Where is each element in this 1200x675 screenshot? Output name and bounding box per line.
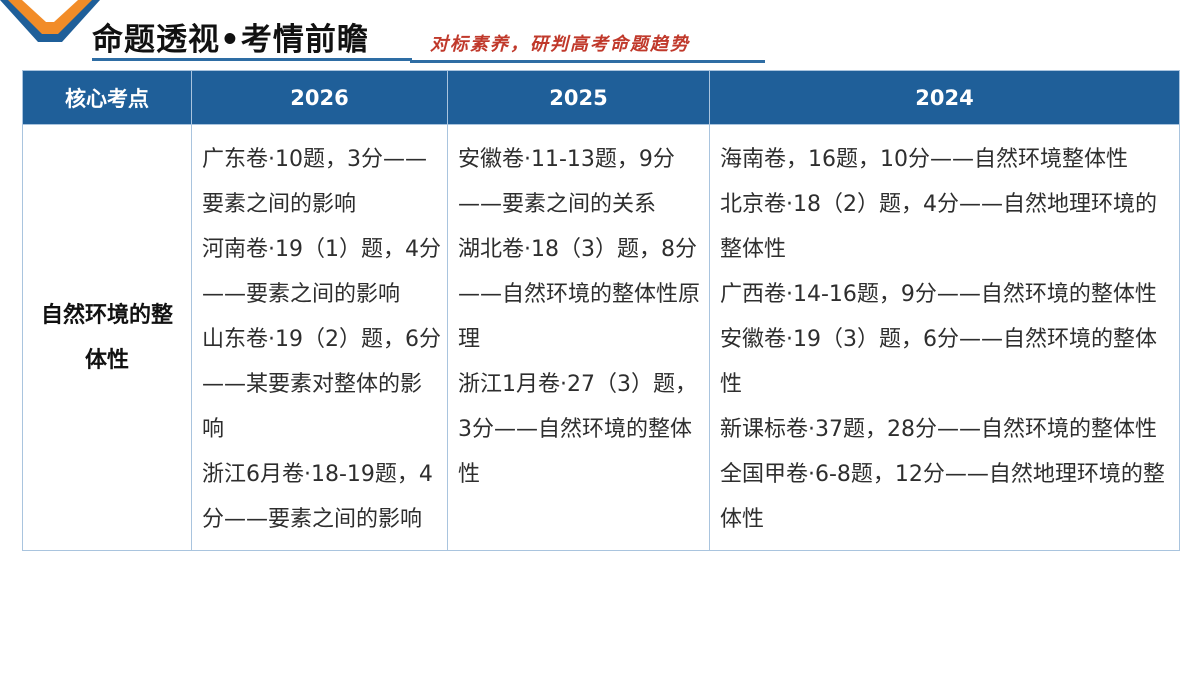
exam-entry: 山东卷·19（2）题，6分——某要素对整体的影响 xyxy=(202,327,441,442)
column-header-2025: 2025 xyxy=(447,70,710,125)
table-header-row: 核心考点 2026 2025 2024 xyxy=(22,70,1180,125)
exam-entry: 浙江1月卷·27（3）题，3分——自然环境的整体性 xyxy=(458,372,697,487)
subtitle-box: 对标素养，研判高考命题趋势 xyxy=(410,22,765,63)
exam-entry: 海南卷，16题，10分——自然环境整体性 xyxy=(720,147,1128,172)
page-subtitle: 对标素养，研判高考命题趋势 xyxy=(430,34,690,55)
column-header-topic: 核心考点 xyxy=(22,70,192,125)
exam-entry: 浙江6月卷·18-19题，4分——要素之间的影响 xyxy=(202,462,433,532)
column-header-2024: 2024 xyxy=(709,70,1180,125)
cell-2026: 广东卷·10题，3分——要素之间的影响 河南卷·19（1）题，4分——要素之间的… xyxy=(191,124,448,551)
exam-entry: 广西卷·14-16题，9分——自然环境的整体性 xyxy=(720,282,1157,307)
exam-entry: 安徽卷·19（3）题，6分——自然环境的整体性 xyxy=(720,327,1157,397)
column-header-2026: 2026 xyxy=(191,70,448,125)
title-underline xyxy=(92,58,412,61)
cell-2024: 海南卷，16题，10分——自然环境整体性 北京卷·18（2）题，4分——自然地理… xyxy=(709,124,1180,551)
exam-entry: 湖北卷·18（3）题，8分——自然环境的整体性原理 xyxy=(458,237,701,352)
exam-entry: 北京卷·18（2）题，4分——自然地理环境的整体性 xyxy=(720,192,1157,262)
exam-entry: 河南卷·19（1）题，4分——要素之间的影响 xyxy=(202,237,441,307)
exam-entry: 安徽卷·11-13题，9分——要素之间的关系 xyxy=(458,147,675,217)
table-row: 自然环境的整体性 广东卷·10题，3分——要素之间的影响 河南卷·19（1）题，… xyxy=(22,124,1180,551)
exam-entry: 全国甲卷·6-8题，12分——自然地理环境的整体性 xyxy=(720,462,1165,532)
cell-2025: 安徽卷·11-13题，9分——要素之间的关系 湖北卷·18（3）题，8分——自然… xyxy=(447,124,710,551)
exam-analysis-table: 核心考点 2026 2025 2024 自然环境的整体性 广东卷·10题，3分—… xyxy=(22,70,1180,551)
corner-chevron-icon xyxy=(0,0,100,42)
exam-entry: 广东卷·10题，3分——要素之间的影响 xyxy=(202,147,427,217)
page-title: 命题透视•考情前瞻 xyxy=(92,22,369,58)
exam-entry: 新课标卷·37题，28分——自然环境的整体性 xyxy=(720,417,1157,442)
topic-cell: 自然环境的整体性 xyxy=(22,124,192,551)
